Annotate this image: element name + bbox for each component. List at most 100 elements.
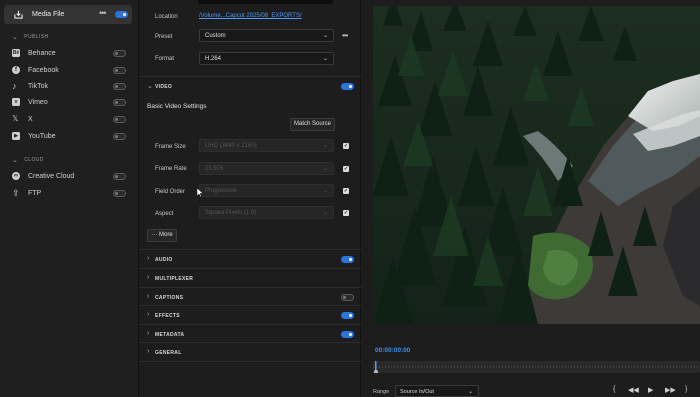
divider — [140, 268, 361, 269]
media-file-toggle[interactable] — [115, 11, 128, 18]
frame-size-select[interactable]: UHD (3840 x 2160) ⌄ — [199, 139, 334, 152]
location-label: Location — [155, 14, 178, 20]
effects-section-header[interactable]: › EFFECTS — [147, 311, 357, 323]
divider — [140, 305, 361, 306]
location-link[interactable]: /Volume...Capcut 2025/08_EXPORTS/ — [199, 13, 302, 19]
chevron-right-icon: › — [147, 255, 150, 262]
playhead-handle — [374, 370, 378, 374]
range-label: Range — [373, 389, 390, 395]
field-order-label: Field Order — [155, 189, 186, 195]
chevron-down-icon: ⌄ — [322, 56, 328, 62]
divider — [140, 361, 361, 362]
sidebar-item-facebook[interactable]: f Facebook — [12, 65, 127, 77]
facebook-toggle[interactable] — [113, 67, 126, 74]
timeline-ticks — [373, 361, 700, 374]
x-icon: 𝕏 — [12, 114, 19, 123]
destinations-sidebar: Media File ••• ⌄ PUBLISH Bē Behance f Fac… — [0, 0, 139, 397]
file-name-field[interactable] — [198, 0, 333, 4]
behance-icon: Bē — [12, 49, 20, 57]
ftp-toggle[interactable] — [113, 190, 126, 197]
audio-section-header[interactable]: › AUDIO — [147, 255, 357, 267]
audio-toggle[interactable] — [341, 256, 354, 263]
publish-section-header[interactable]: ⌄ PUBLISH — [12, 32, 48, 41]
chevron-down-icon: ⌄ — [12, 34, 19, 41]
preset-label: Preset — [155, 34, 173, 40]
sidebar-item-x[interactable]: 𝕏 X — [12, 114, 127, 126]
frame-rate-label: Frame Rate — [155, 166, 187, 172]
creative-cloud-icon: ∞ — [12, 172, 20, 180]
play-icon[interactable]: ▶ — [648, 386, 653, 394]
tiktok-toggle[interactable] — [113, 83, 126, 90]
divider — [140, 342, 361, 343]
sidebar-item-creative-cloud[interactable]: ∞ Creative Cloud — [12, 171, 127, 183]
step-forward-icon[interactable]: ▶▶ — [665, 386, 676, 394]
sidebar-item-behance[interactable]: Bē Behance — [12, 48, 127, 60]
chevron-right-icon: › — [147, 348, 150, 355]
chevron-down-icon: ⌄ — [147, 83, 153, 90]
more-dots-icon: ··· — [151, 232, 158, 238]
chevron-down-icon: ⌄ — [322, 166, 328, 172]
current-timecode[interactable]: 00:00:00:00 — [375, 347, 410, 354]
captions-section-header[interactable]: › CAPTIONS — [147, 293, 357, 305]
chevron-right-icon: › — [147, 330, 150, 337]
tiktok-icon: ♪ — [12, 81, 17, 91]
general-section-header[interactable]: › GENERAL — [147, 348, 357, 360]
frame-size-label: Frame Size — [155, 144, 186, 150]
divider — [140, 249, 361, 250]
more-settings-button[interactable]: ··· More — [147, 229, 177, 242]
format-label: Format — [155, 56, 175, 62]
basic-video-settings-heading: Basic Video Settings — [147, 103, 207, 110]
range-select[interactable]: Source In/Out ⌄ — [395, 385, 479, 397]
video-section-header[interactable]: ⌄ VIDEO — [147, 82, 357, 94]
metadata-toggle[interactable] — [341, 331, 354, 338]
vimeo-icon: v — [12, 98, 20, 106]
field-order-checkbox[interactable]: ✓ — [343, 188, 349, 194]
media-file-label: Media File — [32, 11, 65, 18]
frame-size-checkbox[interactable]: ✓ — [343, 143, 349, 149]
youtube-toggle[interactable] — [113, 133, 126, 140]
sidebar-item-ftp[interactable]: ⇪ FTP — [12, 188, 127, 200]
sidebar-item-tiktok[interactable]: ♪ TikTok — [12, 81, 127, 93]
vimeo-toggle[interactable] — [113, 99, 126, 106]
chevron-down-icon: ⌄ — [322, 33, 328, 39]
youtube-icon: ▶ — [12, 132, 20, 140]
chevron-right-icon: › — [147, 311, 150, 318]
field-order-select[interactable]: Progressive ⌄ — [199, 184, 334, 197]
effects-toggle[interactable] — [341, 312, 354, 319]
x-toggle[interactable] — [113, 116, 126, 123]
match-source-button[interactable]: Match Source — [290, 118, 335, 131]
sidebar-item-vimeo[interactable]: v Vimeo — [12, 97, 127, 109]
behance-toggle[interactable] — [113, 50, 126, 57]
frame-rate-select[interactable]: 23.976 ⌄ — [199, 162, 334, 175]
preset-more-icon[interactable]: ••• — [342, 31, 348, 40]
metadata-section-header[interactable]: › METADATA — [147, 330, 357, 342]
facebook-icon: f — [12, 66, 20, 74]
multiplexer-section-header[interactable]: › MULTIPLEXER — [147, 274, 357, 286]
video-preview-frame[interactable] — [373, 6, 700, 324]
timeline-scrubber[interactable] — [373, 361, 700, 374]
sidebar-item-youtube[interactable]: ▶ YouTube — [12, 131, 127, 143]
export-file-icon — [14, 10, 23, 19]
aspect-checkbox[interactable]: ✓ — [343, 210, 349, 216]
chevron-right-icon: › — [147, 274, 150, 281]
cloud-section-header[interactable]: ⌄ CLOUD — [12, 155, 44, 164]
forest-waterfall-image — [373, 6, 700, 324]
chevron-down-icon: ⌄ — [12, 157, 19, 164]
step-back-icon[interactable]: ◀◀ — [628, 386, 639, 394]
preview-panel: 00:00:00:00 Range Source In/Out ⌄ { ◀◀ ▶ … — [362, 0, 700, 397]
chevron-down-icon: ⌄ — [322, 143, 328, 149]
set-in-point-icon[interactable]: { — [613, 386, 615, 393]
aspect-label: Aspect — [155, 211, 174, 217]
format-select[interactable]: H.264 ⌄ — [199, 52, 334, 65]
chevron-right-icon: › — [147, 293, 150, 300]
frame-rate-checkbox[interactable]: ✓ — [343, 166, 349, 172]
media-file-destination[interactable]: Media File ••• — [4, 5, 132, 24]
set-out-point-icon[interactable]: } — [685, 386, 687, 393]
more-options-icon[interactable]: ••• — [99, 8, 107, 18]
chevron-down-icon: ⌄ — [322, 210, 328, 216]
aspect-select[interactable]: Square Pixels (1.0) ⌄ — [199, 206, 334, 219]
video-toggle[interactable] — [341, 83, 354, 90]
preset-select[interactable]: Custom ⌄ — [199, 29, 334, 42]
captions-toggle[interactable] — [341, 294, 354, 301]
creative-cloud-toggle[interactable] — [113, 173, 126, 180]
